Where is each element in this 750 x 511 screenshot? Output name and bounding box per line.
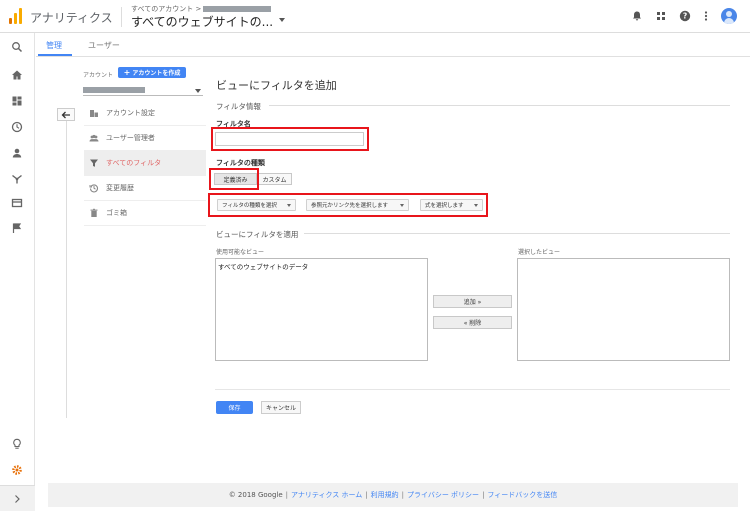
create-account-label: アカウントを作成 xyxy=(132,70,181,77)
menu-item-label: ゴミ箱 xyxy=(106,209,127,217)
collapse-back-button[interactable] xyxy=(57,108,75,121)
footer-link-feedback[interactable]: フィードバックを送信 xyxy=(487,490,557,500)
menu-item-user-management[interactable]: ユーザー管理者 xyxy=(84,126,206,151)
apps-grid-icon[interactable] xyxy=(655,10,667,22)
menu-item-trash[interactable]: ゴミ箱 xyxy=(84,201,206,226)
section-heading-apply-to-view: ビューにフィルタを適用 xyxy=(216,230,299,239)
menu-item-label: アカウント設定 xyxy=(106,109,155,117)
selected-views-list[interactable] xyxy=(517,258,730,361)
chevron-right-icon xyxy=(15,495,20,503)
more-vert-icon[interactable] xyxy=(700,10,712,22)
available-views-label: 使用可能なビュー xyxy=(216,249,265,256)
filter-type-custom-button[interactable]: カスタム xyxy=(257,173,292,185)
footer-separator: | xyxy=(285,491,288,499)
help-icon[interactable]: ? xyxy=(679,10,691,22)
remove-view-button[interactable]: « 削除 xyxy=(433,316,512,329)
breadcrumb-text: すべてのアカウント > xyxy=(131,5,202,13)
filter-icon xyxy=(90,159,98,167)
cancel-button[interactable]: キャンセル xyxy=(261,401,301,414)
footer-separator: | xyxy=(365,491,368,499)
svg-text:?: ? xyxy=(683,12,687,21)
lightbulb-icon[interactable] xyxy=(11,438,23,450)
home-icon[interactable] xyxy=(11,69,23,81)
search-icon[interactable] xyxy=(11,41,23,53)
menu-item-change-history[interactable]: 変更履歴 xyxy=(84,176,206,201)
plus-icon: + xyxy=(123,68,131,77)
chevron-down-icon xyxy=(195,89,201,93)
highlight-box-dropdowns xyxy=(208,193,488,217)
highlight-box-filter-name xyxy=(211,127,369,151)
create-account-button[interactable]: + アカウントを作成 xyxy=(118,67,186,78)
chevron-down-icon[interactable] xyxy=(279,18,285,22)
arrow-back-icon xyxy=(61,111,70,118)
footer-separator: | xyxy=(482,491,485,499)
active-tab-indicator xyxy=(38,54,72,56)
footer-link-terms[interactable]: 利用規約 xyxy=(371,490,399,500)
highlight-box-predefined xyxy=(209,168,259,190)
trash-icon xyxy=(90,208,98,217)
tab-user[interactable]: ユーザー xyxy=(88,40,120,51)
menu-item-label: ユーザー管理者 xyxy=(106,134,155,142)
add-view-button[interactable]: 追加 » xyxy=(433,295,512,308)
tab-admin[interactable]: 管理 xyxy=(46,40,62,51)
footer-link-analytics-home[interactable]: アナリティクス ホーム xyxy=(291,490,362,500)
section-divider xyxy=(304,233,730,234)
save-button[interactable]: 保存 xyxy=(216,401,253,414)
redacted-account-name xyxy=(83,87,145,93)
section-divider xyxy=(269,105,730,106)
form-divider xyxy=(215,389,730,390)
section-heading-filter-info: フィルタ情報 xyxy=(216,102,261,111)
menu-item-label: すべてのフィルタ xyxy=(106,159,162,167)
available-views-list[interactable]: すべてのウェブサイトのデータ xyxy=(215,258,428,361)
footer-link-privacy[interactable]: プライバシー ポリシー xyxy=(407,490,479,500)
list-item[interactable]: すべてのウェブサイトのデータ xyxy=(218,261,308,271)
copyright-text: © 2018 Google xyxy=(228,491,283,499)
account-selector[interactable] xyxy=(83,84,203,96)
history-icon xyxy=(89,184,99,193)
behavior-icon[interactable] xyxy=(11,197,23,209)
person-icon[interactable] xyxy=(11,147,23,159)
header-divider xyxy=(121,7,122,27)
acquisition-icon[interactable] xyxy=(11,173,23,185)
top-app-bar: アナリティクス すべてのアカウント > すべてのウェブサイトの... ? xyxy=(0,0,750,33)
analytics-logo[interactable] xyxy=(9,8,23,24)
dashboard-icon[interactable] xyxy=(11,95,23,107)
left-nav-rail xyxy=(0,33,35,511)
flag-icon[interactable] xyxy=(11,222,23,234)
app-name: アナリティクス xyxy=(30,11,113,25)
menu-item-account-settings[interactable]: アカウント設定 xyxy=(84,101,206,126)
tree-line xyxy=(66,121,67,418)
property-view-selector[interactable]: すべてのウェブサイトの... xyxy=(131,13,273,30)
filter-type-label: フィルタの種類 xyxy=(216,159,265,167)
admin-tabs: 管理 ユーザー xyxy=(36,33,750,57)
building-icon xyxy=(90,110,98,117)
page-title: ビューにフィルタを追加 xyxy=(216,79,337,92)
bell-icon[interactable] xyxy=(631,10,643,22)
selected-views-label: 選択したビュー xyxy=(518,249,561,256)
account-label: アカウント xyxy=(83,72,114,79)
redacted-account-name xyxy=(203,6,272,12)
page-footer: © 2018 Google | アナリティクス ホーム | 利用規約 | プライ… xyxy=(48,483,738,507)
footer-separator: | xyxy=(401,491,404,499)
expand-rail-button[interactable] xyxy=(0,485,35,511)
menu-item-label: 変更履歴 xyxy=(106,184,134,192)
people-icon xyxy=(89,134,99,142)
settings-gear-icon[interactable] xyxy=(11,464,23,476)
account-avatar[interactable] xyxy=(721,8,737,24)
account-admin-menu: アカウント設定 ユーザー管理者 すべてのフィルタ 変更履歴 ゴミ箱 xyxy=(84,101,206,226)
clock-icon[interactable] xyxy=(11,121,23,133)
menu-item-all-filters[interactable]: すべてのフィルタ xyxy=(84,151,206,176)
